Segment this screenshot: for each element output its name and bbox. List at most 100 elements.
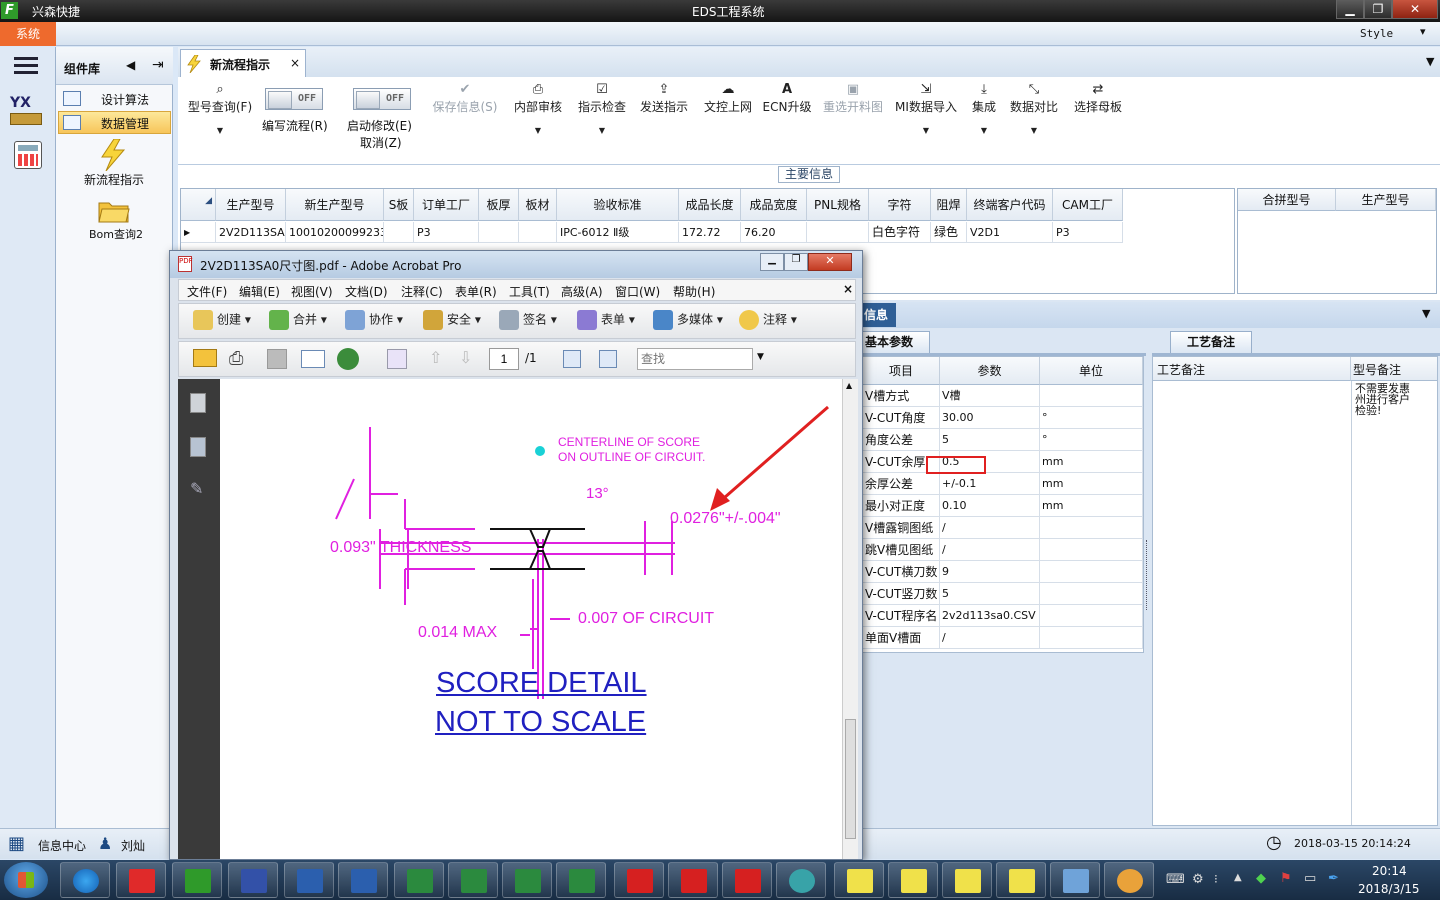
- taskbar-cad-3[interactable]: [942, 862, 992, 898]
- table-cell[interactable]: 172.72: [679, 222, 741, 243]
- taskbar-excel-4[interactable]: [556, 862, 606, 898]
- param-value-cell[interactable]: /: [940, 517, 1040, 539]
- param-name-cell[interactable]: V槽方式: [863, 385, 940, 407]
- taskbar-shell-app[interactable]: [1104, 862, 1154, 898]
- taskbar-word-1[interactable]: [284, 862, 334, 898]
- col-header[interactable]: 项目: [863, 357, 940, 385]
- col-header[interactable]: 型号备注: [1351, 357, 1437, 381]
- info-center-link[interactable]: 信息中心: [38, 837, 86, 854]
- table-cell[interactable]: V2D1: [967, 222, 1053, 243]
- param-name-cell[interactable]: 角度公差: [863, 429, 940, 451]
- page-number-input[interactable]: [489, 348, 519, 370]
- param-name-cell[interactable]: 最小对正度: [863, 495, 940, 517]
- param-unit-cell[interactable]: °: [1040, 407, 1143, 429]
- param-name-cell[interactable]: V-CUT竖刀数: [863, 583, 940, 605]
- table-cell[interactable]: IPC-6012 Ⅱ级: [557, 222, 679, 243]
- table-cell[interactable]: [479, 222, 519, 243]
- yx-factory-icon[interactable]: YX: [10, 95, 44, 127]
- taskbar-excel-2[interactable]: [448, 862, 498, 898]
- collaborate-button[interactable]: 协作 ▾: [345, 310, 403, 330]
- col-header[interactable]: 字符: [869, 189, 931, 221]
- panel-pin-icon[interactable]: ⇥: [152, 57, 164, 73]
- internal-review-button[interactable]: ⎙ 内部审核 ▼: [510, 82, 566, 139]
- col-header[interactable]: 合拼型号: [1238, 189, 1336, 211]
- table-cell[interactable]: 2V2D113SA0: [216, 222, 286, 243]
- signatures-panel-icon[interactable]: ✎: [190, 479, 208, 498]
- table-cell[interactable]: P3: [1053, 222, 1123, 243]
- multimedia-button[interactable]: 多媒体 ▾: [653, 310, 723, 330]
- taskbar-save-app[interactable]: [228, 862, 278, 898]
- taskbar-pdf-1[interactable]: [614, 862, 664, 898]
- param-value-cell[interactable]: +/-0.1: [940, 473, 1040, 495]
- prev-page-icon[interactable]: ⇧: [429, 348, 442, 367]
- menu-tools[interactable]: 工具(T): [509, 283, 550, 300]
- param-unit-cell[interactable]: [1040, 605, 1143, 627]
- col-header[interactable]: 成品长度: [679, 189, 741, 221]
- nav-big-bom-query[interactable]: Bom查询2: [56, 195, 173, 243]
- col-header[interactable]: 生产型号: [1336, 189, 1436, 211]
- param-name-cell[interactable]: 跳V槽见图纸: [863, 539, 940, 561]
- param-name-cell[interactable]: V-CUT角度: [863, 407, 940, 429]
- detail-dropdown-icon[interactable]: ▼: [1422, 307, 1430, 320]
- detail-partial-tab[interactable]: 信息: [862, 303, 896, 327]
- cancel-modify-label[interactable]: 取消(Z): [360, 134, 402, 151]
- col-header[interactable]: 成品宽度: [741, 189, 807, 221]
- param-name-cell[interactable]: 单面V槽面: [863, 627, 940, 649]
- table-cell[interactable]: 76.20: [741, 222, 807, 243]
- close-button[interactable]: ✕: [1392, 0, 1438, 19]
- param-value-cell[interactable]: 0.10: [940, 495, 1040, 517]
- find-input[interactable]: [637, 348, 753, 370]
- col-header[interactable]: CAM工厂: [1053, 189, 1123, 221]
- write-flow-toggle[interactable]: OFF: [265, 88, 323, 110]
- taskbar-pdf-3[interactable]: [722, 862, 772, 898]
- style-menu[interactable]: Style: [1360, 27, 1393, 40]
- param-value-cell[interactable]: 2v2d113sa0.CSV: [940, 605, 1040, 627]
- nav-item-data-management[interactable]: 数据管理: [58, 111, 171, 134]
- open-folder-icon[interactable]: [193, 349, 217, 367]
- save-icon[interactable]: [267, 349, 287, 369]
- param-value-cell[interactable]: 30.00: [940, 407, 1040, 429]
- find-dropdown-icon[interactable]: ▼: [757, 352, 764, 362]
- menu-edit[interactable]: 编辑(E): [239, 283, 280, 300]
- menu-window[interactable]: 窗口(W): [615, 283, 660, 300]
- param-unit-cell[interactable]: [1040, 583, 1143, 605]
- col-header[interactable]: 生产型号: [216, 189, 286, 221]
- taskbar-eds[interactable]: [172, 862, 222, 898]
- col-header[interactable]: PNL规格: [807, 189, 869, 221]
- acrobat-close-button[interactable]: ✕: [808, 253, 852, 271]
- taskbar-red-app[interactable]: [116, 862, 166, 898]
- tab-dropdown-icon[interactable]: ▼: [1426, 55, 1434, 68]
- table-cell[interactable]: [384, 222, 414, 243]
- fit-width-icon[interactable]: [563, 350, 581, 368]
- ecn-upgrade-button[interactable]: A ECN升级: [762, 82, 812, 115]
- param-name-cell[interactable]: 余厚公差: [863, 473, 940, 495]
- flag-tray-icon[interactable]: ⚑: [1280, 871, 1292, 886]
- col-header[interactable]: 新生产型号: [286, 189, 384, 221]
- calculator-app-icon[interactable]: [14, 141, 42, 169]
- col-header[interactable]: 板材: [519, 189, 557, 221]
- next-page-icon[interactable]: ⇩: [459, 348, 472, 367]
- model-query-button[interactable]: ⌕ 型号查询(F) ▼: [184, 82, 256, 139]
- web-globe-icon[interactable]: [337, 348, 359, 370]
- param-unit-cell[interactable]: mm: [1040, 473, 1143, 495]
- pdf-tool-icon[interactable]: [387, 349, 407, 369]
- email-icon[interactable]: [301, 350, 325, 368]
- taskbar-word-2[interactable]: [338, 862, 388, 898]
- integrate-button[interactable]: ⤓ 集成 ▼: [966, 82, 1002, 139]
- col-header[interactable]: 订单工厂: [414, 189, 479, 221]
- param-name-cell[interactable]: V槽露铜图纸: [863, 517, 940, 539]
- system-menu-button[interactable]: 系统: [0, 22, 56, 46]
- table-cell[interactable]: [807, 222, 869, 243]
- panel-collapse-left-icon[interactable]: ◀: [126, 58, 135, 72]
- taskbar-cad-1[interactable]: [834, 862, 884, 898]
- param-value-cell[interactable]: 9: [940, 561, 1040, 583]
- param-name-cell[interactable]: V-CUT横刀数: [863, 561, 940, 583]
- clock-date[interactable]: 2018/3/15: [1358, 882, 1420, 896]
- scroll-thumb[interactable]: [845, 719, 856, 839]
- instruction-check-button[interactable]: ☑ 指示检查 ▼: [574, 82, 630, 139]
- fit-page-icon[interactable]: [599, 350, 617, 368]
- param-value-cell[interactable]: 5: [940, 429, 1040, 451]
- nav-item-design-algorithm[interactable]: 设计算法: [58, 87, 171, 110]
- select-mother-board-button[interactable]: ⇄ 选择母板: [1070, 82, 1126, 115]
- clock-time[interactable]: 20:14: [1372, 864, 1407, 878]
